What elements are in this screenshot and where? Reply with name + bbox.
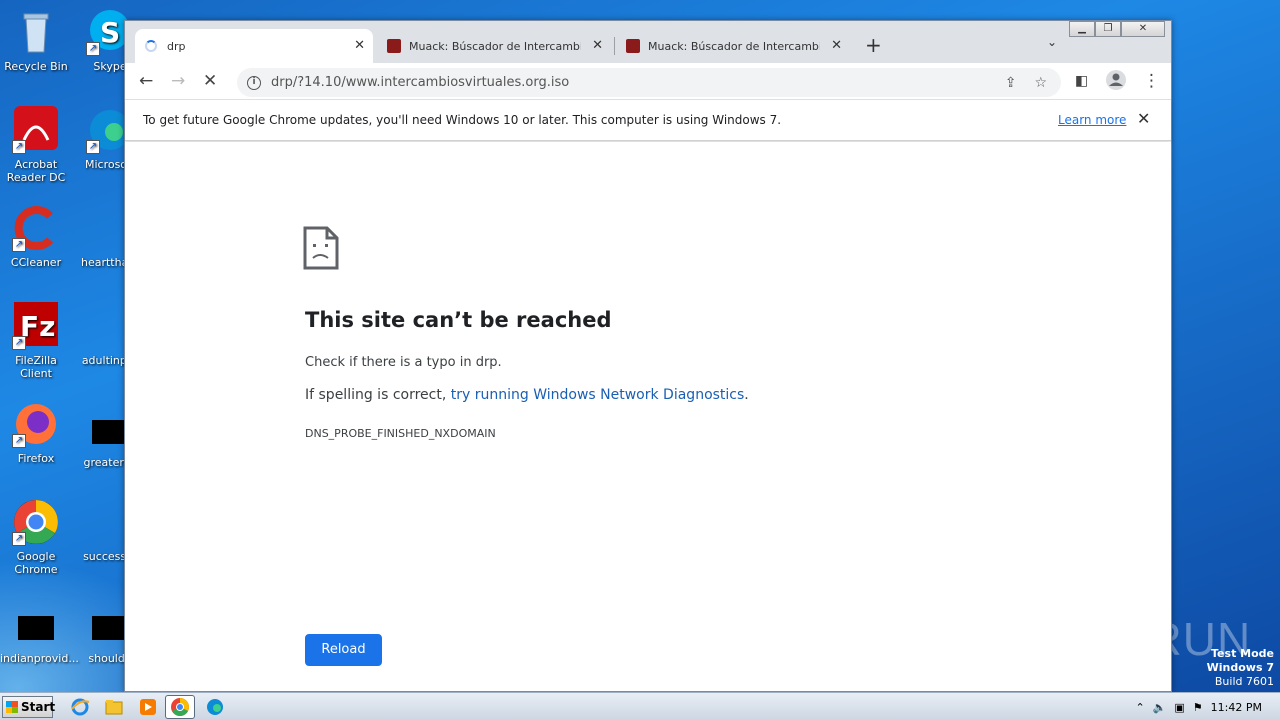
infobar-close-icon[interactable]: ✕ bbox=[1137, 109, 1150, 128]
tab-search-chevron-icon[interactable]: ⌄ bbox=[1047, 35, 1057, 49]
windows-logo-icon bbox=[6, 701, 18, 713]
desktop-icon-chrome[interactable]: ↗ Google Chrome bbox=[0, 498, 72, 576]
tab-strip: drp ✕ Muack: Búscador de IntercambiosVir… bbox=[125, 21, 1171, 63]
desktop-icon-recycle-bin[interactable]: Recycle Bin bbox=[0, 8, 72, 73]
desktop-icon-label: Google Chrome bbox=[14, 550, 58, 576]
learn-more-link[interactable]: Learn more bbox=[1058, 113, 1126, 127]
shortcut-arrow-icon: ↗ bbox=[12, 434, 26, 448]
volume-icon[interactable]: 🔈 bbox=[1153, 701, 1167, 714]
diagnostics-prefix: If spelling is correct, bbox=[305, 387, 451, 403]
diagnostics-suffix: . bbox=[744, 387, 749, 403]
start-button[interactable]: Start bbox=[2, 696, 56, 718]
browser-toolbar: ← → ✕ i drp/?14.10/www.intercambiosvirtu… bbox=[125, 63, 1171, 99]
clock[interactable]: 11:42 PM bbox=[1211, 701, 1262, 714]
action-center-flag-icon[interactable]: ⚑ bbox=[1193, 701, 1203, 714]
infobar-message: To get future Google Chrome updates, you… bbox=[143, 113, 782, 127]
acrobat-icon: ↗ bbox=[12, 106, 60, 154]
recycle-bin-icon bbox=[12, 8, 60, 56]
taskbar-chrome-icon[interactable] bbox=[165, 695, 195, 719]
url-text[interactable]: drp/?14.10/www.intercambiosvirtuales.org… bbox=[271, 75, 1005, 90]
show-hidden-icons-icon[interactable]: ⌃ bbox=[1135, 701, 1144, 714]
tab-muack-1[interactable]: Muack: Búscador de IntercambiosVirtuales… bbox=[377, 29, 611, 63]
tab-muack-2[interactable]: Muack: Búscador de IntercambiosVirtuales… bbox=[616, 29, 850, 63]
site-info-icon[interactable]: i bbox=[247, 75, 261, 90]
minimize-icon[interactable]: ▁ bbox=[1069, 21, 1095, 37]
browser-window: drp ✕ Muack: Búscador de IntercambiosVir… bbox=[124, 20, 1172, 692]
loading-spinner-icon bbox=[145, 40, 157, 52]
shortcut-arrow-icon: ↗ bbox=[12, 336, 26, 350]
muack-favicon-icon bbox=[387, 39, 401, 53]
file-icon bbox=[92, 616, 128, 640]
desktop-icon-label: Recycle Bin bbox=[4, 60, 68, 73]
update-infobar: To get future Google Chrome updates, you… bbox=[125, 99, 1171, 141]
desktop-icon-label: CCleaner bbox=[10, 256, 62, 269]
new-tab-plus-icon[interactable]: + bbox=[865, 33, 882, 57]
desktop-icon-label: indianprovid... bbox=[0, 652, 79, 665]
ccleaner-icon: ↗ bbox=[12, 204, 60, 252]
system-tray: ⌃ 🔈 ▣ ⚑ 11:42 PM bbox=[1135, 693, 1280, 720]
test-mode-line: Windows 7 bbox=[1206, 661, 1274, 674]
desktop-icon-firefox[interactable]: ↗ Firefox bbox=[0, 400, 72, 465]
chrome-icon: ↗ bbox=[12, 498, 60, 546]
filezilla-icon: Fz ↗ bbox=[12, 302, 60, 350]
back-arrow-icon[interactable]: ← bbox=[139, 71, 153, 91]
tab-title: Muack: Búscador de IntercambiosVirtuales bbox=[648, 39, 820, 53]
tab-close-icon[interactable]: ✕ bbox=[592, 38, 603, 53]
tab-title: drp bbox=[167, 39, 186, 53]
sad-page-icon bbox=[303, 226, 339, 274]
file-icon bbox=[92, 420, 128, 444]
desktop-icon-label: FileZilla Client bbox=[15, 354, 57, 380]
start-label: Start bbox=[21, 700, 56, 714]
shortcut-arrow-icon: ↗ bbox=[86, 42, 100, 56]
menu-kebab-icon[interactable]: ⋮ bbox=[1143, 71, 1160, 91]
test-mode-notice: Test Mode Windows 7 Build 7601 bbox=[1207, 647, 1274, 689]
tab-separator bbox=[614, 37, 615, 55]
address-bar[interactable]: i drp/?14.10/www.intercambiosvirtuales.o… bbox=[237, 68, 1061, 97]
tab-title: Muack: Búscador de IntercambiosVirtuales bbox=[409, 39, 581, 53]
error-suggestion: Check if there is a typo in drp. bbox=[305, 355, 502, 370]
tab-close-icon[interactable]: ✕ bbox=[831, 38, 842, 53]
tab-drp[interactable]: drp ✕ bbox=[135, 29, 373, 63]
reload-button[interactable]: Reload bbox=[305, 634, 382, 666]
test-mode-line: Test Mode bbox=[1211, 647, 1274, 660]
shortcut-arrow-icon: ↗ bbox=[12, 238, 26, 252]
desktop-icon-acrobat[interactable]: ↗ Acrobat Reader DC bbox=[0, 106, 72, 184]
error-code: DNS_PROBE_FINISHED_NXDOMAIN bbox=[305, 427, 496, 440]
desktop-icon-label: Firefox bbox=[17, 452, 55, 465]
svg-text:S: S bbox=[100, 16, 120, 49]
explorer-folder-icon[interactable] bbox=[104, 697, 124, 717]
desktop-icon-ccleaner[interactable]: ↗ CCleaner bbox=[0, 204, 72, 269]
test-mode-build: Build 7601 bbox=[1214, 675, 1274, 688]
shortcut-arrow-icon: ↗ bbox=[12, 140, 26, 154]
stop-loading-icon[interactable]: ✕ bbox=[203, 71, 217, 91]
error-title: This site can’t be reached bbox=[305, 308, 612, 332]
desktop-icon-filezilla[interactable]: Fz ↗ FileZilla Client bbox=[0, 302, 72, 380]
profile-avatar-icon[interactable] bbox=[1105, 69, 1127, 96]
share-icon[interactable]: ⇪ bbox=[1005, 75, 1017, 91]
side-panel-icon[interactable]: ◧ bbox=[1075, 71, 1088, 91]
network-icon[interactable]: ▣ bbox=[1174, 701, 1184, 714]
taskbar-edge-icon[interactable] bbox=[205, 697, 225, 717]
bookmark-star-icon[interactable]: ☆ bbox=[1034, 75, 1047, 91]
taskbar: Start ⌃ 🔈 ▣ ⚑ 11:42 PM bbox=[0, 692, 1280, 720]
desktop-icon-file[interactable]: indianprovid... bbox=[0, 604, 79, 665]
shortcut-arrow-icon: ↗ bbox=[12, 532, 26, 546]
shortcut-arrow-icon: ↗ bbox=[86, 140, 100, 154]
window-close-icon[interactable]: ✕ bbox=[1121, 21, 1165, 37]
error-diagnostics: If spelling is correct, try running Wind… bbox=[305, 387, 749, 403]
ie-icon[interactable] bbox=[70, 697, 90, 717]
file-icon bbox=[18, 616, 54, 640]
firefox-icon: ↗ bbox=[12, 400, 60, 448]
forward-arrow-icon[interactable]: → bbox=[171, 71, 185, 91]
desktop-icon-label: Acrobat Reader DC bbox=[6, 158, 66, 184]
tab-close-icon[interactable]: ✕ bbox=[354, 38, 365, 53]
restore-icon[interactable]: ❐ bbox=[1095, 21, 1121, 37]
diagnostics-link[interactable]: try running Windows Network Diagnostics bbox=[451, 387, 745, 403]
muack-favicon-icon bbox=[626, 39, 640, 53]
window-controls: ▁ ❐ ✕ bbox=[1069, 21, 1165, 37]
media-player-icon[interactable] bbox=[138, 697, 158, 717]
page-content: This site can’t be reached Check if ther… bbox=[125, 142, 1171, 691]
